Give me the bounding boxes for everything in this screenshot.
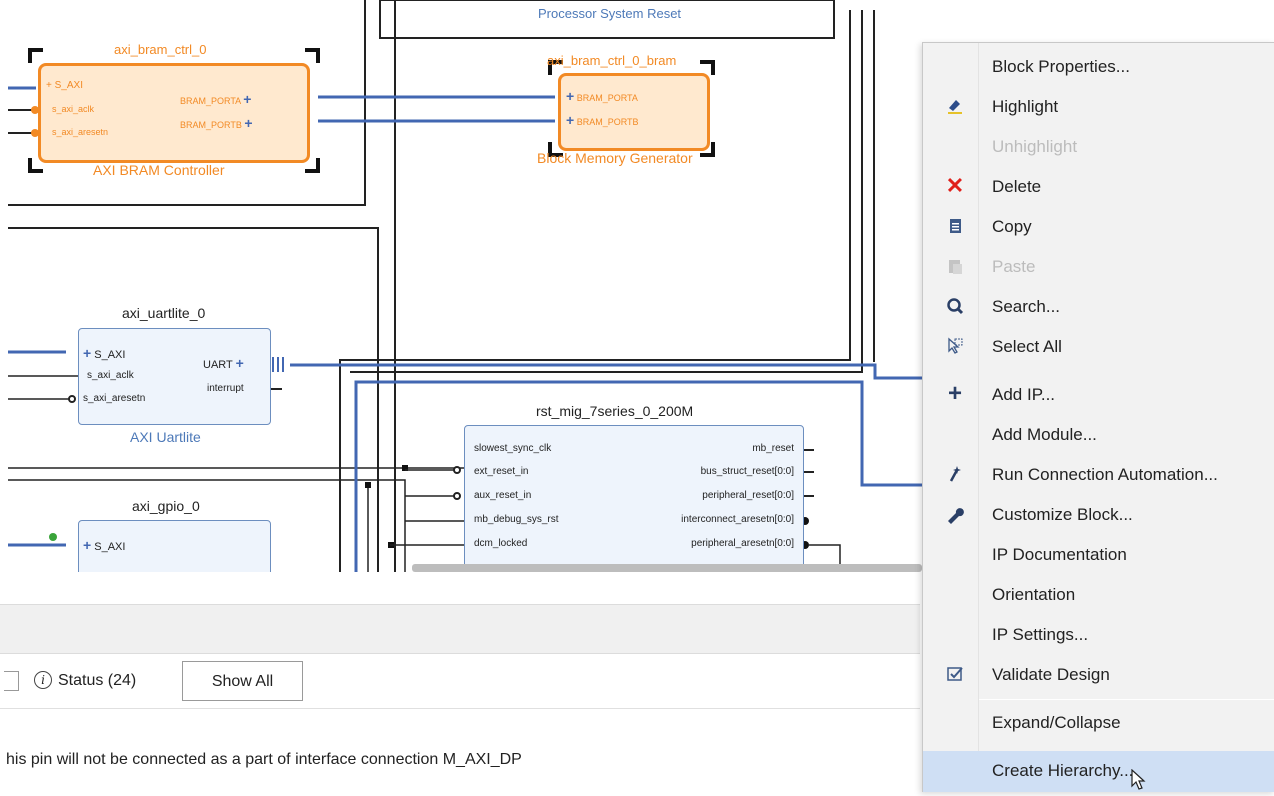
select-all-icon [945, 336, 965, 356]
menu-item-delete[interactable]: ✕ Delete [923, 167, 1274, 207]
menu-item-unhighlight[interactable]: Unhighlight [923, 127, 1274, 167]
menu-item-search[interactable]: Search... [923, 287, 1274, 327]
add-icon: + [947, 380, 962, 407]
menu-item-copy[interactable]: Copy [923, 207, 1274, 247]
menu-separator [979, 699, 1274, 700]
rst-pin-dcm-locked: dcm_locked [474, 538, 528, 549]
bram-ctrl-instance-name: axi_bram_ctrl_0 [114, 42, 207, 57]
rst-pin-slowest-sync-clk: slowest_sync_clk [474, 443, 552, 454]
menu-item-add-ip[interactable]: + Add IP... [923, 375, 1274, 415]
bram-ctrl-pin-porta: BRAM_PORTA + [180, 91, 252, 107]
rst-pin-peripheral-aresetn: peripheral_aresetn[0:0] [691, 538, 794, 549]
menu-item-run-connection-automation[interactable]: Run Connection Automation... [923, 455, 1274, 495]
status-filter-checkbox[interactable] [4, 671, 19, 691]
message-row-text[interactable]: his pin will not be connected as a part … [6, 751, 522, 769]
search-icon [945, 296, 965, 316]
uartlite-type-label: AXI Uartlite [130, 429, 201, 445]
bram-gen-instance-name: axi_bram_ctrl_0_bram [547, 53, 677, 68]
menu-item-expand-collapse[interactable]: Expand/Collapse [923, 703, 1274, 743]
menu-item-customize-block[interactable]: Customize Block... [923, 495, 1274, 535]
rst-instance-name: rst_mig_7series_0_200M [536, 403, 694, 419]
bram-ctrl-pin-aclk: s_axi_aclk [52, 104, 95, 114]
gpio-instance-name: axi_gpio_0 [132, 498, 200, 514]
psr-block-label: Processor System Reset [538, 6, 682, 21]
uartlite-pin-interrupt: interrupt [207, 383, 244, 394]
bram-ctrl-pin-aresetn: s_axi_aresetn [52, 127, 109, 137]
uartlite-pin-s-axi: + S_AXI [83, 345, 126, 361]
panel-divider [0, 708, 920, 709]
uartlite-instance-name: axi_uartlite_0 [122, 305, 206, 321]
mouse-cursor-icon [1131, 768, 1147, 796]
messages-toolbar [0, 604, 920, 654]
rst-pin-aux-reset-in: aux_reset_in [474, 490, 532, 501]
rst-pin-ext-reset-in: ext_reset_in [474, 466, 529, 477]
menu-item-add-module[interactable]: Add Module... [923, 415, 1274, 455]
menu-item-create-hierarchy[interactable]: Create Hierarchy... [923, 751, 1274, 792]
uartlite-pin-uart: UART + [203, 355, 244, 371]
menu-item-select-all[interactable]: Select All [923, 327, 1274, 367]
context-menu: Block Properties... Highlight Unhighligh… [922, 42, 1274, 792]
bram-ctrl-type-label: AXI BRAM Controller [93, 162, 225, 178]
menu-item-ip-documentation[interactable]: IP Documentation [923, 535, 1274, 575]
canvas-horizontal-scrollbar[interactable] [412, 564, 922, 572]
menu-item-ip-settings[interactable]: IP Settings... [923, 615, 1274, 655]
bram-gen-pin-portb: + BRAM_PORTB [566, 112, 639, 128]
menu-item-orientation[interactable]: Orientation [923, 575, 1274, 615]
validate-icon [945, 664, 965, 684]
menu-item-block-properties[interactable]: Block Properties... [923, 47, 1274, 87]
rst-pin-mb-reset: mb_reset [752, 443, 794, 454]
show-all-button[interactable]: Show All [182, 661, 303, 701]
menu-item-highlight[interactable]: Highlight [923, 87, 1274, 127]
gpio-pin-s-axi: + S_AXI [83, 537, 126, 553]
info-icon: i [34, 671, 52, 689]
menu-item-paste[interactable]: Paste [923, 247, 1274, 287]
bram-gen-type-label: Block Memory Generator [537, 150, 693, 166]
highlight-icon [945, 96, 965, 116]
wand-icon [945, 464, 965, 484]
menu-item-validate-design[interactable]: Validate Design [923, 655, 1274, 695]
rst-pin-interconnect-aresetn: interconnect_aresetn[0:0] [681, 514, 794, 525]
rst-pin-peripheral-reset: peripheral_reset[0:0] [702, 490, 794, 501]
bram-gen-pin-porta: + BRAM_PORTA [566, 88, 638, 104]
bram-ctrl-pin-s-axi: + S_AXI [46, 80, 83, 91]
copy-icon [945, 216, 965, 236]
rst-pin-mb-debug-sys-rst: mb_debug_sys_rst [474, 514, 559, 525]
paste-icon [945, 256, 965, 276]
status-filter-label: Status (24) [58, 672, 137, 689]
rst-pin-bus-struct-reset: bus_struct_reset[0:0] [700, 466, 794, 477]
uartlite-pin-aclk: s_axi_aclk [87, 370, 134, 381]
wrench-icon [945, 504, 965, 524]
uartlite-pin-aresetn: s_axi_aresetn [83, 393, 146, 404]
delete-icon: ✕ [945, 173, 965, 198]
bram-ctrl-pin-portb: BRAM_PORTB + [180, 115, 253, 131]
